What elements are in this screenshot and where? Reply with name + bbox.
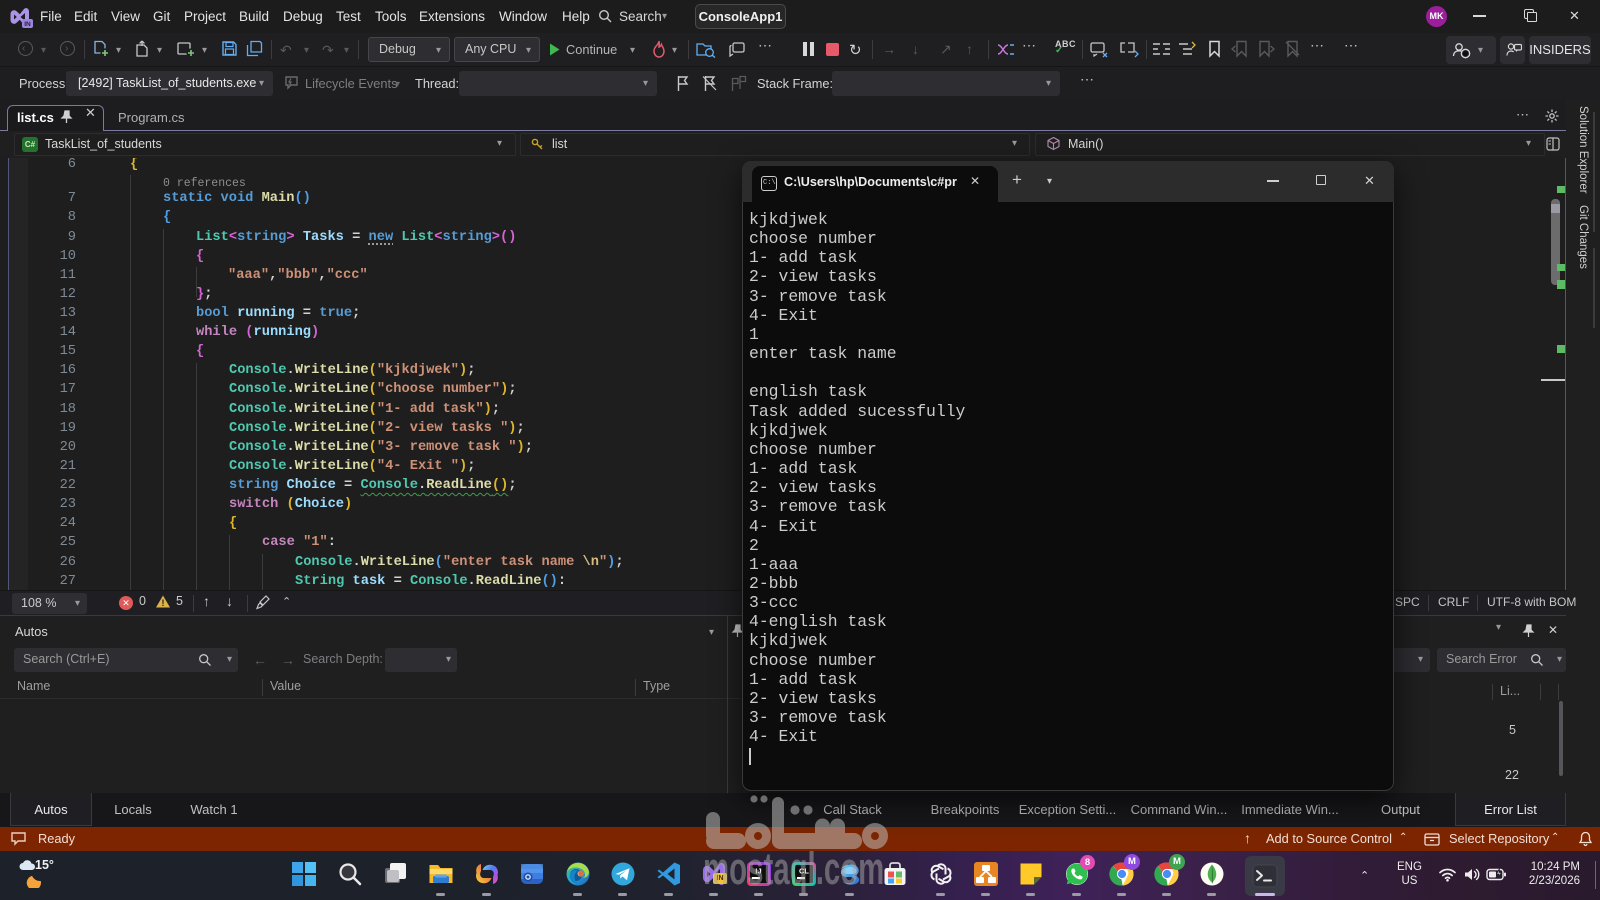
svg-text:!: ! <box>162 598 165 608</box>
svg-text:IN: IN <box>24 21 31 28</box>
svg-text:mostaql.com: mostaql.com <box>703 844 884 895</box>
